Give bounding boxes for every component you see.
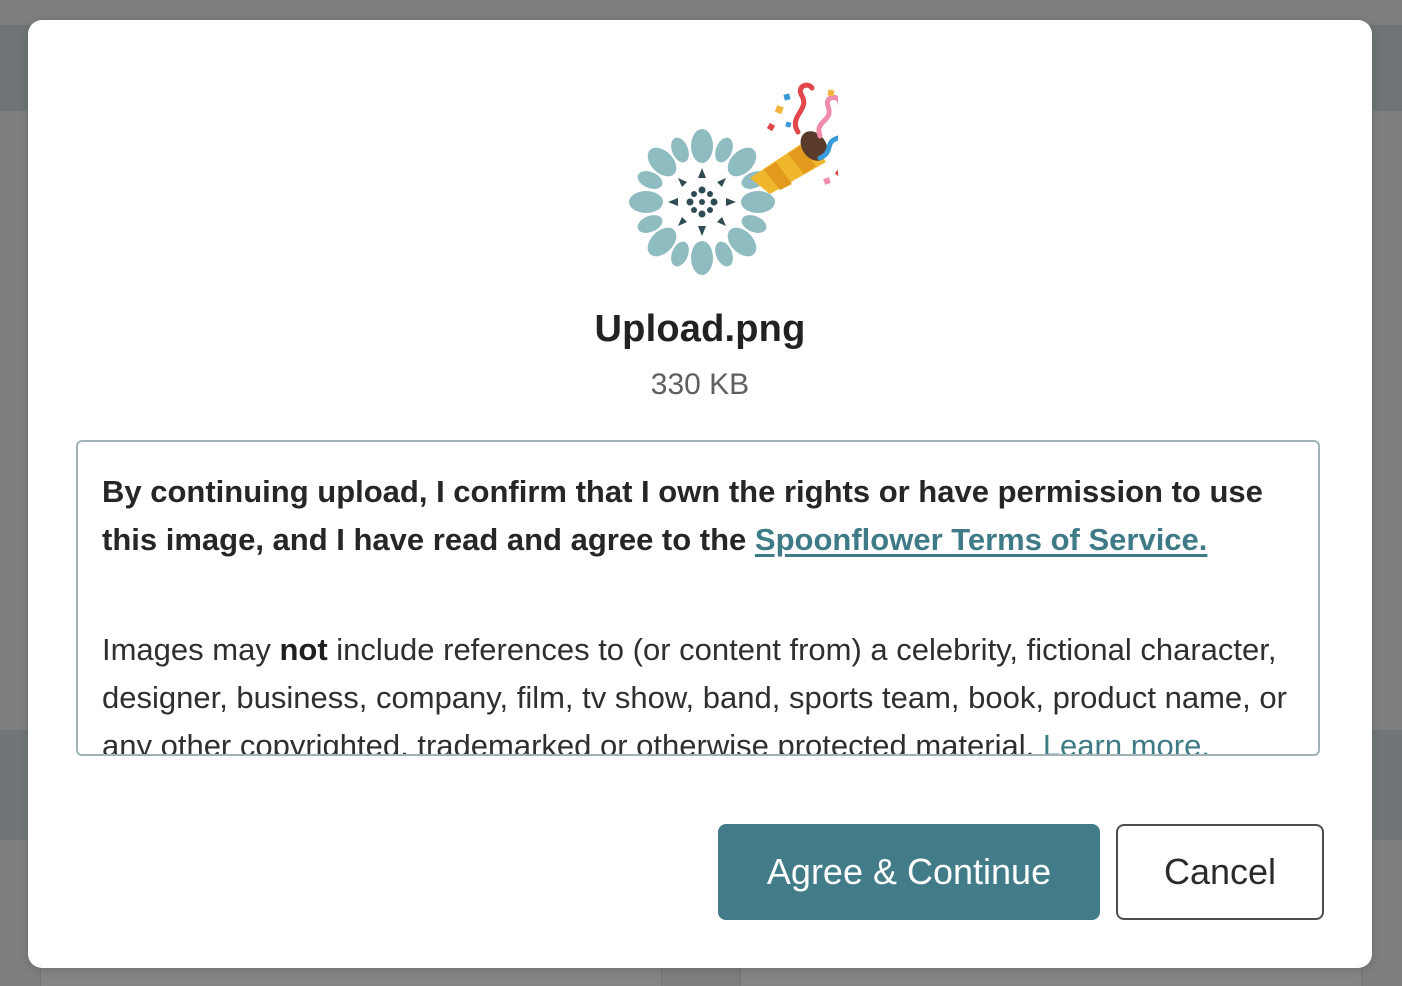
floral-pattern-icon <box>629 129 775 275</box>
policy-emphasis: not <box>279 632 328 667</box>
terms-of-service-link[interactable]: Spoonflower Terms of Service. <box>755 522 1207 557</box>
agree-continue-button[interactable]: Agree & Continue <box>718 824 1100 920</box>
terms-scroll-box[interactable]: By continuing upload, I confirm that I o… <box>76 440 1320 756</box>
terms-content: By continuing upload, I confirm that I o… <box>102 468 1302 754</box>
background-card <box>740 965 1362 986</box>
learn-more-link[interactable]: Learn more. <box>1043 728 1210 754</box>
policy-text-start: Images may <box>102 632 280 667</box>
file-size: 330 KB <box>650 368 750 401</box>
file-name: Upload.png <box>594 308 806 350</box>
content-policy-text: Images may not include references to (or… <box>102 626 1302 754</box>
upload-confirm-modal: Upload.png 330 KB By continuing upload, … <box>28 20 1372 968</box>
cancel-button[interactable]: Cancel <box>1116 824 1324 920</box>
terms-confirmation-text: By continuing upload, I confirm that I o… <box>102 468 1302 564</box>
party-popper-icon <box>750 82 838 194</box>
party-popper-illustration-icon <box>629 82 838 275</box>
background-card <box>40 965 662 986</box>
